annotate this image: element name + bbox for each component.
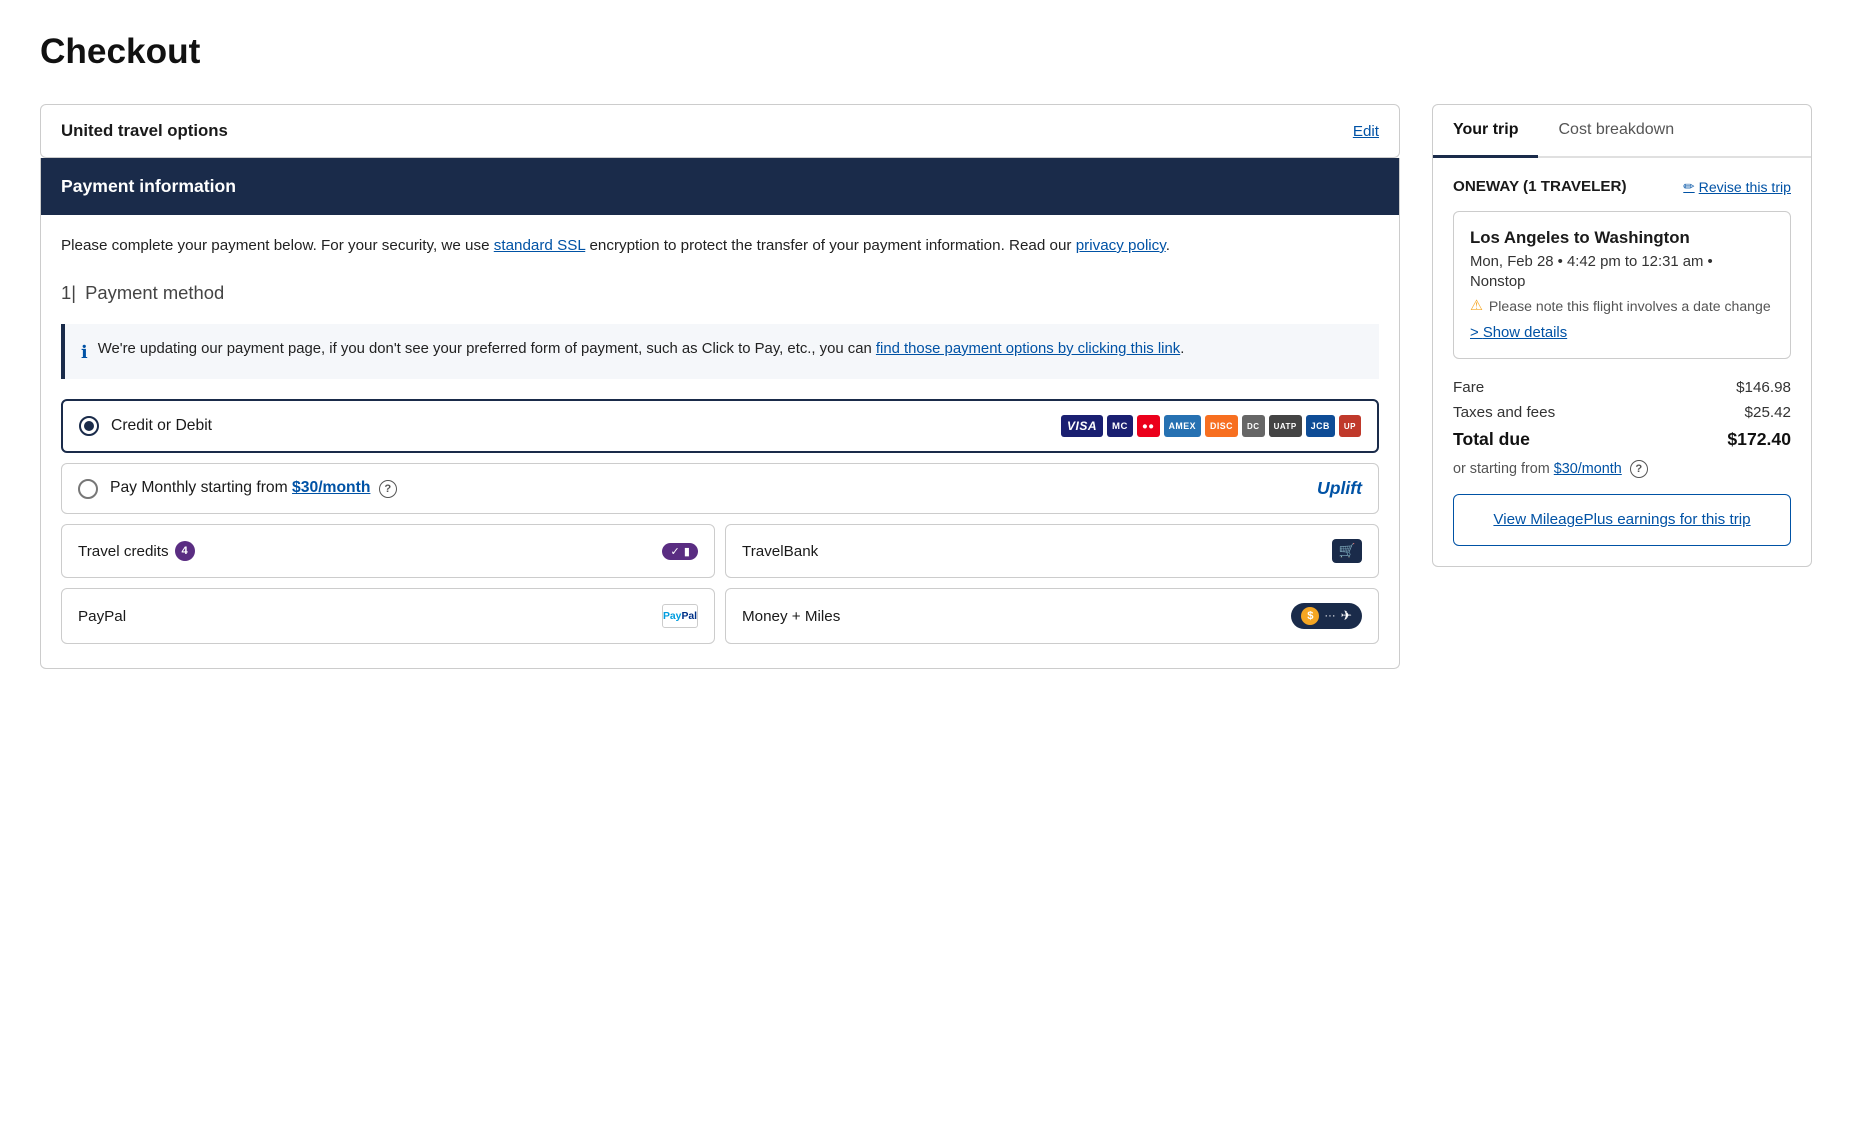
tab-cost-breakdown[interactable]: Cost breakdown (1538, 105, 1694, 158)
mc-icon: MC (1107, 415, 1133, 437)
revise-trip-label: Revise this trip (1699, 179, 1791, 195)
payment-method-title: 1| Payment method (61, 282, 1379, 304)
sidebar-column: Your trip Cost breakdown ONEWAY (1 TRAVE… (1432, 104, 1812, 567)
pay-monthly-option[interactable]: Pay Monthly starting from $30/month ? Up… (61, 463, 1379, 514)
flight-route: Los Angeles to Washington (1470, 228, 1774, 248)
oneway-header: ONEWAY (1 TRAVELER) ✏ Revise this trip (1453, 178, 1791, 195)
fare-label: Fare (1453, 379, 1484, 396)
fare-row: Fare $146.98 (1453, 379, 1791, 396)
oneway-label: ONEWAY (1 TRAVELER) (1453, 178, 1627, 195)
amex-icon: AMEX (1164, 415, 1201, 437)
taxes-value: $25.42 (1745, 404, 1791, 421)
mileage-plus-link[interactable]: View MileagePlus earnings for this trip (1493, 511, 1750, 528)
paypal-label: PayPal (78, 608, 126, 625)
travel-credits-toggle[interactable]: ✓ ▮ (662, 543, 698, 560)
pay-monthly-label: Pay Monthly starting from $30/month ? (110, 479, 1317, 498)
payment-info-header: Payment information (41, 158, 1399, 215)
warning-icon: ⚠ (1470, 298, 1483, 314)
payment-options-grid: Travel credits 4 ✓ ▮ TravelBank 🛒 (61, 524, 1379, 644)
money-miles-icon: $ ··· ✈ (1291, 603, 1362, 629)
travelbank-label: TravelBank (742, 543, 818, 560)
travel-options-section: United travel options Edit (40, 104, 1400, 158)
money-miles-option[interactable]: Money + Miles $ ··· ✈ (725, 588, 1379, 644)
payment-options-link[interactable]: find those payment options by clicking t… (876, 341, 1180, 357)
flight-card: Los Angeles to Washington Mon, Feb 28 • … (1453, 211, 1791, 359)
discover-icon: DISC (1205, 415, 1238, 437)
tab-your-trip[interactable]: Your trip (1433, 105, 1538, 158)
privacy-link[interactable]: privacy policy (1076, 237, 1166, 254)
edit-pencil-icon: ✏ (1683, 179, 1694, 195)
total-row: Total due $172.40 (1453, 429, 1791, 450)
pay-monthly-radio[interactable] (78, 479, 98, 499)
date-change-text: Please note this flight involves a date … (1489, 298, 1771, 314)
credit-debit-label: Credit or Debit (111, 417, 1061, 435)
mileage-plus-button[interactable]: View MileagePlus earnings for this trip (1453, 494, 1791, 546)
trip-content: ONEWAY (1 TRAVELER) ✏ Revise this trip L… (1433, 158, 1811, 566)
page-title: Checkout (40, 32, 1812, 72)
total-value: $172.40 (1727, 429, 1791, 450)
travel-credits-badge: 4 (175, 541, 195, 561)
travel-credits-option[interactable]: Travel credits 4 ✓ ▮ (61, 524, 715, 578)
travelbank-option[interactable]: TravelBank 🛒 (725, 524, 1379, 578)
payment-info-box: Payment information Please complete your… (40, 158, 1400, 669)
taxes-row: Taxes and fees $25.42 (1453, 404, 1791, 421)
date-change-warning: ⚠ Please note this flight involves a dat… (1470, 298, 1774, 314)
edit-link[interactable]: Edit (1353, 123, 1379, 140)
show-details-link[interactable]: Show details (1470, 325, 1567, 341)
mastercard-icon: ●● (1137, 415, 1160, 437)
fare-value: $146.98 (1736, 379, 1791, 396)
info-banner-text: We're updating our payment page, if you … (98, 338, 1185, 360)
card-icons-row: VISA MC ●● AMEX DISC DC UATP JCB UP (1061, 415, 1361, 437)
trip-box: Your trip Cost breakdown ONEWAY (1 TRAVE… (1432, 104, 1812, 567)
revise-trip-link[interactable]: ✏ Revise this trip (1683, 179, 1791, 195)
trip-tabs: Your trip Cost breakdown (1433, 105, 1811, 158)
money-miles-label: Money + Miles (742, 608, 840, 625)
pay-monthly-help-icon[interactable]: ? (379, 480, 397, 498)
payment-info-body: Please complete your payment below. For … (41, 215, 1399, 668)
jcb-icon: JCB (1306, 415, 1335, 437)
monthly-starting-link[interactable]: $30/month (1554, 461, 1622, 477)
paypal-option[interactable]: PayPal PayPal (61, 588, 715, 644)
travelbank-icon: 🛒 (1332, 539, 1362, 563)
flight-nonstop: Nonstop (1470, 274, 1774, 290)
info-banner: ℹ We're updating our payment page, if yo… (61, 324, 1379, 379)
security-text: Please complete your payment below. For … (61, 235, 1379, 258)
total-label: Total due (1453, 429, 1530, 450)
starting-help-icon[interactable]: ? (1630, 460, 1648, 478)
travel-options-label: United travel options (61, 121, 228, 141)
toggle-check-icon: ✓ (670, 545, 679, 558)
info-icon: ℹ (81, 339, 88, 365)
uplift-logo: Uplift (1317, 478, 1362, 499)
uatp-icon: UATP (1269, 415, 1302, 437)
monthly-link[interactable]: $30/month (292, 479, 370, 496)
credit-debit-radio[interactable] (79, 416, 99, 436)
toggle-bar-icon: ▮ (684, 545, 690, 558)
credit-debit-option[interactable]: Credit or Debit VISA MC ●● AMEX DISC DC … (61, 399, 1379, 453)
visa-icon: VISA (1061, 415, 1103, 437)
paypal-icon: PayPal (662, 604, 698, 628)
diners-icon: DC (1242, 415, 1265, 437)
main-column: United travel options Edit Payment infor… (40, 104, 1400, 669)
taxes-label: Taxes and fees (1453, 404, 1555, 421)
starting-from: or starting from $30/month ? (1453, 460, 1791, 478)
flight-time: Mon, Feb 28 • 4:42 pm to 12:31 am • (1470, 254, 1774, 270)
unionpay-icon: UP (1339, 415, 1361, 437)
main-layout: United travel options Edit Payment infor… (40, 104, 1812, 669)
ssl-link[interactable]: standard SSL (494, 237, 585, 254)
travel-credits-label: Travel credits (78, 543, 169, 560)
